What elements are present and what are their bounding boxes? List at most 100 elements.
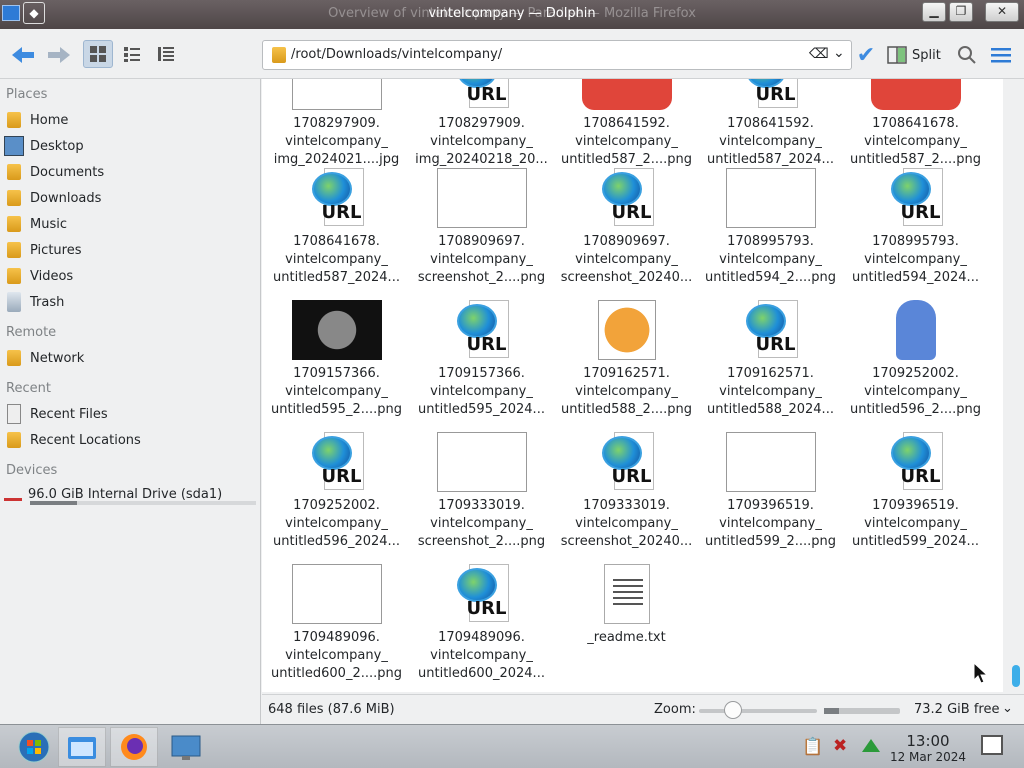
sidebar-item-network[interactable]: Network [4, 346, 254, 370]
file-view[interactable]: 1708297909. vintelcompany_ img_2024021....… [262, 79, 1003, 692]
file-item[interactable]: 1709396519. vintelcompany_ untitled599_2..… [698, 431, 843, 551]
taskbar-dolphin[interactable] [58, 727, 106, 767]
file-item[interactable]: URL 1708297909. vintelcompany_ img_20240218… [409, 79, 554, 169]
location-history-chevron-icon[interactable]: ⌄ [833, 45, 845, 61]
file-name-line: untitled595_2024... [418, 402, 545, 417]
clipboard-tray-icon[interactable]: 📋 [802, 737, 823, 757]
maximize-button[interactable]: ❐ [949, 2, 973, 22]
file-name-line: untitled595_2....png [270, 402, 402, 417]
start-menu-button[interactable] [10, 727, 58, 767]
file-name-line: untitled594_2....png [704, 270, 836, 285]
compact-view-button[interactable] [117, 40, 147, 68]
file-item[interactable]: 1709489096. vintelcompany_ untitled600_2..… [264, 563, 409, 683]
file-item[interactable]: _readme.txt [554, 563, 699, 647]
forward-button[interactable] [42, 40, 74, 70]
file-item[interactable]: URL 1709333019. vintelcompany_ screenshot_2… [554, 431, 699, 551]
file-name-line: vintelcompany_ [575, 516, 678, 531]
file-name-line: vintelcompany_ [285, 516, 388, 531]
file-name-line: untitled600_2....png [270, 666, 402, 681]
image-thumbnail [264, 79, 409, 111]
file-item[interactable]: 1708641592. vintelcompany_ untitled587_2..… [554, 79, 699, 169]
file-item[interactable]: URL 1708641678. vintelcompany_ untitled587_… [264, 167, 409, 287]
image-thumbnail [409, 431, 554, 493]
file-name-line: vintelcompany_ [575, 384, 678, 399]
url-file-icon: URL [698, 299, 843, 361]
file-item[interactable]: URL 1709157366. vintelcompany_ untitled595_… [409, 299, 554, 419]
file-name-line: vintelcompany_ [285, 252, 388, 267]
show-desktop-icon[interactable] [981, 735, 1003, 755]
file-name-line: 1709396519. [872, 498, 959, 513]
image-thumbnail [409, 167, 554, 229]
search-button[interactable] [955, 40, 979, 70]
scrollbar-handle[interactable] [1012, 665, 1020, 687]
file-name-line: vintelcompany_ [719, 252, 822, 267]
sidebar-item-home[interactable]: Home [4, 108, 254, 132]
file-item[interactable]: 1708909697. vintelcompany_ screenshot_2...… [409, 167, 554, 287]
settings-monitor-icon [171, 735, 201, 760]
icons-view-button[interactable] [83, 40, 113, 68]
file-item[interactable]: 1708641678. vintelcompany_ untitled587_2..… [843, 79, 988, 169]
split-button[interactable]: Split [887, 40, 941, 70]
hamburger-menu-button[interactable] [988, 40, 1014, 70]
image-thumbnail [843, 79, 988, 111]
music-folder-icon [7, 216, 21, 232]
file-item[interactable]: URL 1709396519. vintelcompany_ untitled599_… [843, 431, 988, 551]
file-item[interactable]: 1709333019. vintelcompany_ screenshot_2...… [409, 431, 554, 551]
drive-usage-bar [30, 501, 256, 505]
back-button[interactable] [8, 40, 40, 70]
file-item[interactable]: 1709252002. vintelcompany_ untitled596_2..… [843, 299, 988, 419]
file-name-line: untitled599_2....png [704, 534, 836, 549]
sidebar-item-trash[interactable]: Trash [4, 290, 254, 314]
file-name-line: screenshot_2....png [417, 270, 546, 285]
location-path[interactable]: /root/Downloads/vintelcompany/ [291, 47, 502, 62]
file-item[interactable]: URL 1708641592. vintelcompany_ untitled587_… [698, 79, 843, 169]
clear-location-icon[interactable]: ⌫ [809, 46, 829, 62]
recent-locations-icon [7, 432, 21, 448]
zoom-slider-handle[interactable] [724, 701, 742, 719]
zoom-slider-track[interactable] [699, 709, 817, 713]
file-item[interactable]: URL 1709162571. vintelcompany_ untitled588_… [698, 299, 843, 419]
file-count-summary: 648 files (87.6 MiB) [268, 702, 395, 717]
network-disconnected-tray-icon[interactable]: ✖ [833, 736, 847, 756]
taskbar-system-settings[interactable] [162, 727, 210, 767]
firefox-icon [121, 734, 147, 760]
updates-tray-icon[interactable] [862, 739, 880, 752]
file-name-line: 1708995793. [872, 234, 959, 249]
details-view-button[interactable] [151, 40, 181, 68]
folder-icon [272, 47, 286, 63]
checkmark-icon: ✔ [856, 42, 876, 68]
file-item[interactable]: URL 1708909697. vintelcompany_ screenshot_2… [554, 167, 699, 287]
clock[interactable]: 13:00 12 Mar 2024 [888, 732, 968, 764]
file-name-line: 1709162571. [727, 366, 814, 381]
free-space-fill [824, 708, 840, 714]
file-name-line: vintelcompany_ [575, 134, 678, 149]
file-name-line: 1708909697. [583, 234, 670, 249]
file-item[interactable]: 1708297909. vintelcompany_ img_2024021....… [264, 79, 409, 169]
sidebar-item-desktop[interactable]: Desktop [4, 134, 254, 158]
file-name-line: screenshot_20240... [560, 270, 693, 285]
compact-view-icon [124, 47, 140, 62]
file-name-line: vintelcompany_ [430, 134, 533, 149]
file-item[interactable]: URL 1709489096. vintelcompany_ untitled600_… [409, 563, 554, 683]
file-item[interactable]: 1709162571. vintelcompany_ untitled588_2..… [554, 299, 699, 419]
confirm-location-button[interactable]: ✔ [853, 40, 879, 70]
sidebar-item-videos[interactable]: Videos [4, 264, 254, 288]
sidebar-item-downloads[interactable]: Downloads [4, 186, 254, 210]
file-item[interactable]: 1708995793. vintelcompany_ untitled594_2..… [698, 167, 843, 287]
free-space-chevron-icon[interactable]: ⌄ [1002, 701, 1013, 716]
minimize-button[interactable]: ▁ [922, 2, 946, 22]
file-item[interactable]: 1709157366. vintelcompany_ untitled595_2..… [264, 299, 409, 419]
location-bar[interactable]: /root/Downloads/vintelcompany/ ⌫ ⌄ [262, 40, 852, 70]
sidebar-item-recent-files[interactable]: Recent Files [4, 402, 254, 426]
taskbar-firefox[interactable] [110, 727, 158, 767]
icons-view-icon [90, 46, 106, 62]
file-item[interactable]: URL 1709252002. vintelcompany_ untitled596_… [264, 431, 409, 551]
file-name-line: 1709333019. [583, 498, 670, 513]
sidebar-item-recent-locations[interactable]: Recent Locations [4, 428, 254, 452]
close-button[interactable]: ✕ [985, 2, 1019, 22]
sidebar-item-music[interactable]: Music [4, 212, 254, 236]
sidebar-item-documents[interactable]: Documents [4, 160, 254, 184]
file-view-scrollbar[interactable] [1008, 79, 1024, 692]
file-item[interactable]: URL 1708995793. vintelcompany_ untitled594_… [843, 167, 988, 287]
sidebar-item-pictures[interactable]: Pictures [4, 238, 254, 262]
